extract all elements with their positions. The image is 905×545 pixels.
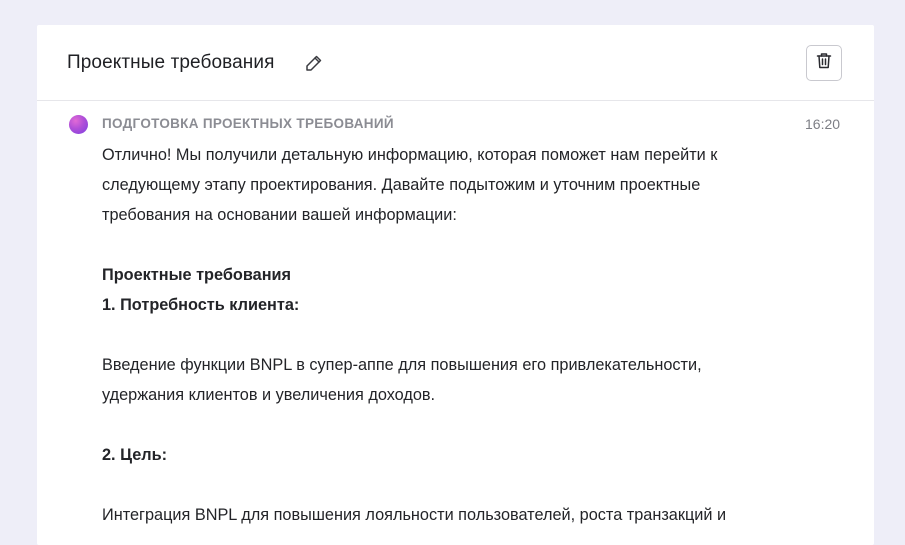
- message-text-line: Введение функции BNPL в супер-аппе для п…: [102, 356, 702, 374]
- section-heading: Проектные требования: [102, 266, 292, 284]
- page-title: Проектные требования: [67, 52, 275, 73]
- card-header: Проектные требования: [37, 25, 874, 101]
- message-text-line: Интеграция BNPL для повышения лояльности…: [102, 506, 727, 524]
- delete-button[interactable]: [806, 45, 842, 81]
- message-time: 16:20: [805, 116, 841, 132]
- item-heading: 2. Цель:: [102, 446, 168, 464]
- message-body: Отлично! Мы получили детальную информаци…: [102, 140, 822, 530]
- item-heading: 1. Потребность клиента:: [102, 296, 300, 314]
- pencil-icon[interactable]: [305, 54, 323, 72]
- message-text-line: следующему этапу проектирования. Давайте…: [102, 176, 701, 194]
- message-text-line: удержания клиентов и увеличения доходов.: [102, 386, 436, 404]
- message-avatar: [69, 115, 88, 134]
- message-sender: ПОДГОТОВКА ПРОЕКТНЫХ ТРЕБОВАНИЙ: [102, 116, 394, 131]
- message-text-line: Отлично! Мы получили детальную информаци…: [102, 146, 718, 164]
- message-text-line: требования на основании вашей информации…: [102, 206, 457, 224]
- trash-icon: [816, 52, 832, 74]
